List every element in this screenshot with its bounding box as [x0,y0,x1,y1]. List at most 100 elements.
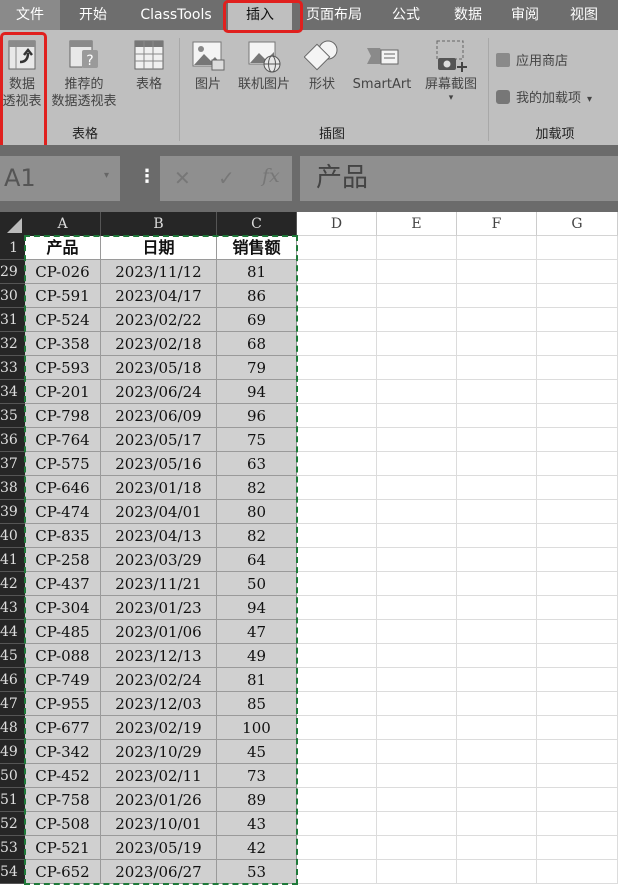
empty-cell[interactable] [297,740,377,764]
empty-cell[interactable] [297,260,377,284]
empty-cell[interactable] [297,596,377,620]
tab-classtools[interactable]: ClassTools [128,0,224,30]
row-header[interactable]: 44 [0,620,25,644]
empty-cell[interactable] [297,812,377,836]
empty-cell[interactable] [537,260,618,284]
empty-cell[interactable] [377,788,457,812]
row-header[interactable]: 34 [0,380,25,404]
row-header[interactable]: 49 [0,740,25,764]
empty-cell[interactable] [377,764,457,788]
empty-cell[interactable] [457,548,537,572]
empty-cell[interactable] [297,500,377,524]
tab-review[interactable]: 审阅 [500,0,550,30]
empty-cell[interactable] [377,716,457,740]
row-header[interactable]: 32 [0,332,25,356]
table-button[interactable]: 表格 [126,38,172,93]
empty-cell[interactable] [537,356,618,380]
column-header-f[interactable]: F [457,212,537,236]
empty-cell[interactable] [457,860,537,884]
online-picture-button[interactable]: 联机图片 [232,38,296,93]
empty-cell[interactable] [297,836,377,860]
empty-cell[interactable] [537,788,618,812]
row-header[interactable]: 1 [0,236,25,260]
row-header[interactable]: 37 [0,452,25,476]
row-header[interactable]: 43 [0,596,25,620]
empty-cell[interactable] [457,668,537,692]
fx-icon[interactable]: fx [262,165,280,187]
empty-cell[interactable] [297,644,377,668]
empty-cell[interactable] [377,284,457,308]
row-header[interactable]: 39 [0,500,25,524]
empty-cell[interactable] [297,860,377,884]
empty-cell[interactable] [377,308,457,332]
empty-cell[interactable] [537,668,618,692]
empty-cell[interactable] [537,860,618,884]
empty-cell[interactable] [297,764,377,788]
tab-formulas[interactable]: 公式 [378,0,434,30]
empty-cell[interactable] [537,236,618,260]
empty-cell[interactable] [457,452,537,476]
row-header[interactable]: 54 [0,860,25,884]
row-header[interactable]: 29 [0,260,25,284]
formula-input[interactable]: 产品 [300,156,618,201]
empty-cell[interactable] [377,620,457,644]
row-header[interactable]: 45 [0,644,25,668]
empty-cell[interactable] [297,380,377,404]
empty-cell[interactable] [457,332,537,356]
empty-cell[interactable] [377,428,457,452]
recommended-pivot-button[interactable]: ? 推荐的 数据透视表 [46,38,122,110]
empty-cell[interactable] [457,380,537,404]
empty-cell[interactable] [537,740,618,764]
empty-cell[interactable] [457,428,537,452]
row-header[interactable]: 42 [0,572,25,596]
empty-cell[interactable] [297,236,377,260]
app-store-button[interactable]: 应用商店 [496,50,568,69]
empty-cell[interactable] [297,356,377,380]
empty-cell[interactable] [537,716,618,740]
tab-view[interactable]: 视图 [556,0,612,30]
row-header[interactable]: 50 [0,764,25,788]
empty-cell[interactable] [377,356,457,380]
empty-cell[interactable] [457,692,537,716]
empty-cell[interactable] [297,476,377,500]
empty-cell[interactable] [537,572,618,596]
empty-cell[interactable] [377,452,457,476]
empty-cell[interactable] [537,644,618,668]
empty-cell[interactable] [297,668,377,692]
empty-cell[interactable] [457,500,537,524]
empty-cell[interactable] [377,500,457,524]
empty-cell[interactable] [457,596,537,620]
empty-cell[interactable] [537,404,618,428]
picture-button[interactable]: 图片 [186,38,230,93]
empty-cell[interactable] [537,620,618,644]
empty-cell[interactable] [457,620,537,644]
empty-cell[interactable] [377,668,457,692]
empty-cell[interactable] [377,572,457,596]
row-header[interactable]: 41 [0,548,25,572]
empty-cell[interactable] [297,308,377,332]
empty-cell[interactable] [457,356,537,380]
empty-cell[interactable] [377,740,457,764]
empty-cell[interactable] [537,836,618,860]
enter-icon[interactable]: ✓ [218,166,235,190]
row-header[interactable]: 46 [0,668,25,692]
tab-page-layout[interactable]: 页面布局 [296,0,372,30]
empty-cell[interactable] [297,572,377,596]
empty-cell[interactable] [297,692,377,716]
select-all-corner[interactable] [0,212,25,236]
empty-cell[interactable] [297,524,377,548]
empty-cell[interactable] [537,692,618,716]
empty-cell[interactable] [457,764,537,788]
row-header[interactable]: 51 [0,788,25,812]
empty-cell[interactable] [537,476,618,500]
column-header-b[interactable]: B [101,212,217,236]
empty-cell[interactable] [297,452,377,476]
row-header[interactable]: 53 [0,836,25,860]
empty-cell[interactable] [297,404,377,428]
empty-cell[interactable] [537,332,618,356]
empty-cell[interactable] [537,764,618,788]
empty-cell[interactable] [297,284,377,308]
empty-cell[interactable] [537,524,618,548]
empty-cell[interactable] [377,260,457,284]
empty-cell[interactable] [457,476,537,500]
